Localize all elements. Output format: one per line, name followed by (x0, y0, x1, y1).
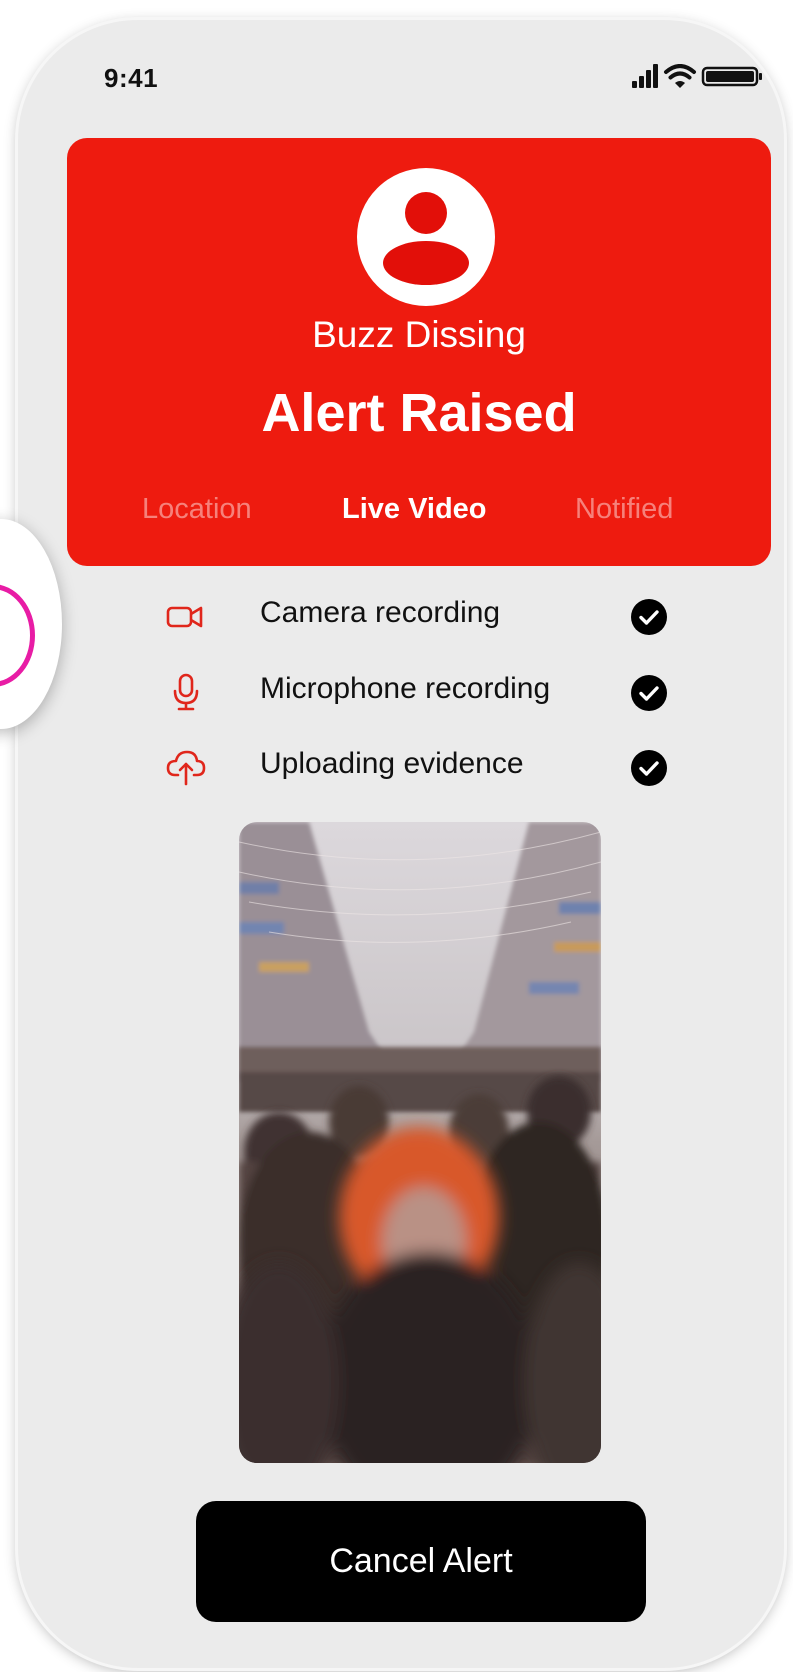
status-time: 9:41 (104, 63, 159, 93)
alert-card: Buzz Dissing Alert Raised Location Live … (67, 138, 771, 566)
user-avatar-icon (357, 168, 495, 306)
live-video-feed[interactable] (239, 822, 601, 1463)
cancel-alert-button[interactable]: Cancel Alert (196, 1501, 646, 1622)
wifi-icon (664, 64, 696, 88)
check-circle-icon (631, 750, 667, 786)
check-circle-icon (631, 675, 667, 711)
status-row-upload: Uploading evidence (18, 741, 784, 791)
tab-location[interactable]: Location (142, 493, 252, 526)
status-label: Camera recording (260, 596, 501, 629)
alert-tabs: Location Live Video Notified (67, 493, 771, 533)
signal-icon (632, 64, 658, 88)
page: 9:41 Buzz Dissing Alert Raised Location … (0, 0, 793, 1672)
tab-live-video[interactable]: Live Video (342, 493, 487, 526)
status-row-camera: Camera recording (18, 590, 784, 640)
battery-icon (701, 66, 762, 87)
video-camera-icon (166, 606, 203, 628)
cloud-upload-icon (166, 750, 206, 786)
status-label: Uploading evidence (260, 747, 524, 780)
check-circle-icon (631, 599, 667, 635)
status-icons (632, 64, 762, 88)
tab-notified[interactable]: Notified (575, 493, 673, 526)
user-name: Buzz Dissing (312, 314, 526, 355)
alert-title: Alert Raised (261, 383, 577, 443)
microphone-icon (173, 673, 199, 711)
status-label: Microphone recording (260, 672, 551, 705)
status-row-microphone: Microphone recording (18, 666, 784, 716)
phone-frame: 9:41 Buzz Dissing Alert Raised Location … (18, 20, 784, 1668)
